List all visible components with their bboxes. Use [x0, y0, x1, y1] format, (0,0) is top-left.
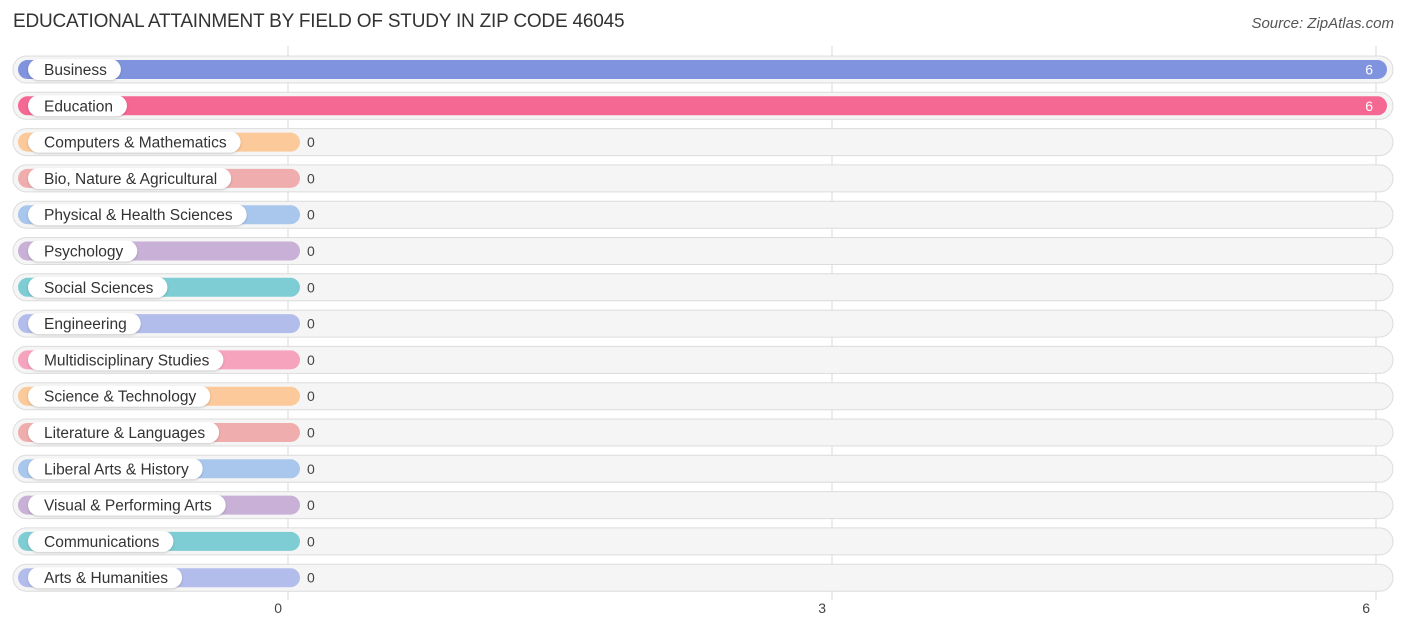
value-label: 0: [307, 461, 315, 477]
bar-row[interactable]: Computers & Mathematics 0: [12, 128, 1394, 157]
bar-label: Engineering: [44, 316, 127, 333]
value-label: 0: [307, 279, 315, 295]
bar-row[interactable]: Visual & Performing Arts 0: [12, 491, 1394, 520]
bar-row[interactable]: Literature & Languages 0: [12, 418, 1394, 447]
bar-label: Communications: [44, 534, 160, 551]
value-label: 0: [307, 170, 315, 186]
value-label: 0: [307, 425, 315, 441]
bar-row[interactable]: Physical & Health Sciences 0: [12, 200, 1394, 229]
value-label: 6: [1365, 98, 1373, 114]
bar-row[interactable]: Arts & Humanities 0: [12, 563, 1394, 592]
bar-chart: Business 6 Education 6 Computers & Mathemati…: [12, 46, 1394, 616]
value-label: 0: [307, 243, 315, 259]
bar-row[interactable]: Engineering 0: [12, 309, 1394, 338]
x-tick-label: 6: [1362, 600, 1370, 616]
bar-label: Social Sciences: [44, 280, 154, 297]
bar-label: Arts & Humanities: [44, 570, 168, 587]
bar-row[interactable]: Communications 0: [12, 527, 1394, 556]
bar-label: Computers & Mathematics: [44, 135, 227, 152]
value-label: 0: [307, 352, 315, 368]
bar-label: Bio, Nature & Agricultural: [44, 171, 217, 188]
bar-label: Liberal Arts & History: [44, 461, 189, 478]
bar-row[interactable]: Psychology 0: [12, 237, 1394, 265]
bar[interactable]: [18, 60, 1387, 79]
x-tick-label: 3: [818, 600, 826, 616]
bar-row[interactable]: Education 6: [12, 91, 1394, 120]
bar-label: Science & Technology: [44, 389, 196, 406]
bar-row[interactable]: Multidisciplinary Studies 0: [12, 345, 1394, 374]
value-label: 0: [307, 497, 315, 513]
bar-row[interactable]: Liberal Arts & History 0: [12, 454, 1394, 483]
bar-row[interactable]: Science & Technology 0: [12, 382, 1394, 411]
value-label: 0: [307, 134, 315, 150]
value-label: 0: [307, 316, 315, 332]
bar-label: Business: [44, 62, 107, 79]
bar-label: Multidisciplinary Studies: [44, 352, 210, 369]
x-tick-label: 0: [274, 600, 282, 616]
bar-label: Education: [44, 98, 113, 115]
bar-row[interactable]: Social Sciences 0: [12, 273, 1394, 302]
bar-row[interactable]: Business 6: [12, 55, 1394, 84]
value-label: 0: [307, 207, 315, 223]
value-label: 0: [307, 533, 315, 549]
bar-label: Physical & Health Sciences: [44, 207, 233, 224]
bar-label: Visual & Performing Arts: [44, 498, 212, 515]
bar-label: Psychology: [44, 244, 124, 261]
bar[interactable]: [18, 96, 1387, 116]
value-label: 0: [307, 388, 315, 404]
value-label: 0: [307, 570, 315, 586]
bar-row[interactable]: Bio, Nature & Agricultural 0: [12, 164, 1394, 193]
value-label: 6: [1365, 62, 1373, 78]
bar-label: Literature & Languages: [44, 425, 205, 442]
